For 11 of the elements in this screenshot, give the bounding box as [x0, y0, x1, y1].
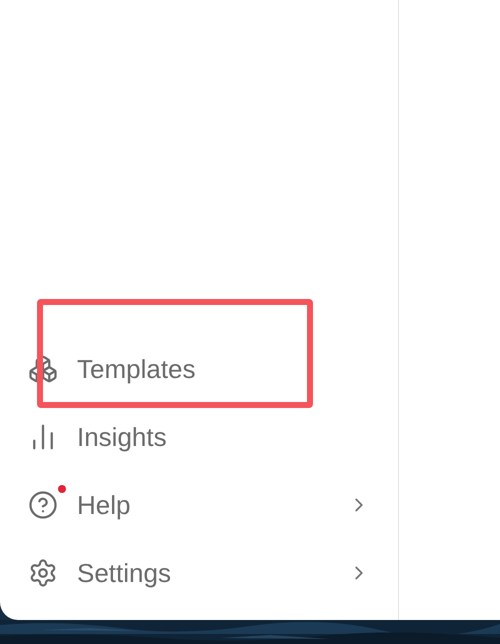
menu-item[interactable]: Settings [0, 539, 398, 607]
menu-item-label: Insights [77, 420, 168, 454]
boxes-icon [28, 354, 58, 384]
menu-item[interactable]: Insights [0, 403, 398, 471]
help-icon [28, 490, 58, 520]
settings-icon [28, 558, 58, 588]
menu-item-label: Help [77, 488, 132, 522]
menu-item-label: Settings [77, 556, 172, 590]
menu-item-label: Templates [77, 352, 196, 386]
menu-item[interactable]: Help [0, 471, 398, 539]
menu-item[interactable]: Templates [0, 335, 398, 403]
